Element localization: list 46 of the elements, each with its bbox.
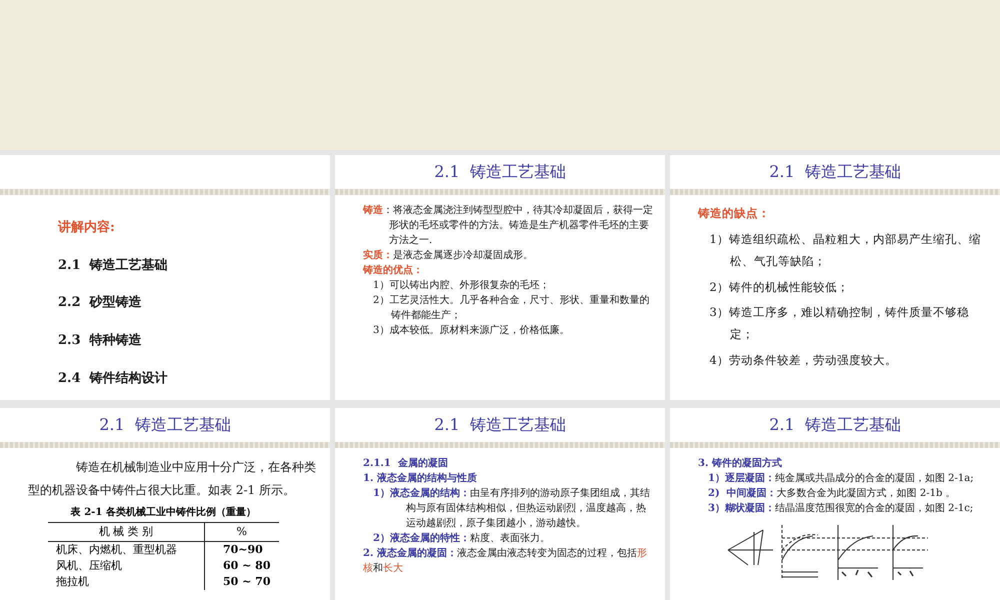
table-cell: 机床、内燃机、重型机器 [48,542,204,558]
list-item: 3）糊状凝固：结晶温度范围很宽的合金的凝固，如图 2-1c; [707,502,974,516]
slide-title: 2.1 铸造工艺基础 [769,162,901,182]
table-cell: 拖拉机 [48,574,204,590]
list-item: 3）成本较低。原材料来源广泛，价格低廉。 [372,324,570,338]
paragraph: 铸造：将液态金属浇注到铸型型腔中，待其冷却凝固后，获得一定形状的毛坯或零件的方法。铸造是生产机器零件毛坯的主要方法之一. [363,204,654,248]
paragraph: 铸造在机械制造业中应用十分广泛，在各种类型的机器设备中铸件占很大比重。如表 2-1 所示。 [28,459,317,499]
outline-item: 2.3 特种铸造 [58,332,143,350]
list-item: 1）可以铸出内腔、外形很复杂的毛坯； [372,278,550,293]
list-item: 2）液态金属的特性：粘度、表面张力。 [372,531,551,546]
slide-title: 2.1 铸造工艺基础 [434,414,566,436]
outline-item: 2.1 铸造工艺基础 [58,256,169,275]
column-header: 机 械 类 别 [48,522,204,542]
paragraph: 2. 液态金属的凝固：液态金属由液态转变为固态的过程，包括形核和长大 [363,546,648,576]
table-cell: 50 ~ 70 [204,574,278,590]
outline-item: 2.4 铸件结构设计 [58,370,169,388]
slide-title: 2.1 铸造工艺基础 [99,414,231,436]
list-item: 2）工艺灵活性大。几乎各种合金，尺寸、形状、重量和数量的铸件都能生产； [372,294,650,323]
slide-title: 2.1 铸造工艺基础 [434,162,566,182]
slide-thumbnail[interactable]: 2.1 铸造工艺基础 2.1.1 金属的凝固 1. 液态金属的结构与性质 1）液态金属的结构：由呈有序排列的游动原子集团组成，其结构与原有固体结构相似，但热运动剧烈，温度越高，热运动越剧烈，原子集团越小，游动越快。 2）液态金属的特性：粘度、表面张力。 2. 液态金属的凝固：液态金属由液态转变为固态的过程，包括形核和长大 [335,408,665,600]
list-item: 1）液态金属的结构：由呈有序排列的游动原子集团组成，其结构与原有固体结构相似，但热运动剧烈，温度越高，热运动越剧烈，原子集团越小，游动越快。 [372,486,651,531]
list-item: 3）铸造工序多，难以精确控制，铸件质量不够稳定； [708,304,970,344]
paragraph: 2.1.1 金属的凝固 [363,456,449,471]
paragraph: 1. 液态金属的结构与性质 [363,471,478,486]
section-heading: 讲解内容: [58,218,116,237]
outline-item: 2.2 砂型铸造 [58,294,143,312]
slide-thumbnail[interactable]: 2.1 铸造工艺基础 3. 铸件的凝固方式 1）逐层凝固：纯金属或共晶成分的合金的凝固，如图 2-1a; 2) 中间凝固：大多数合金为此凝固方式，如图 2-1b 。 3）糊状凝固：结晶温度范围很宽的合金的凝固，如图 2-1c; [670,408,1000,600]
paragraph: 铸造的优点： [363,264,424,278]
slide-thumbnail[interactable]: 2.1 铸造工艺基础 铸造：将液态金属浇注到铸型型腔中，待其冷却凝固后，获得一定形状的毛坯或零件的方法。铸造是生产机器零件毛坯的主要方法之一. 实质：是液态金属逐步冷却凝固成形。 铸造的优点： 1）可以铸出内腔、外形很复杂的毛坯； 2）工艺灵活性大。几乎各种合金，尺寸、形状、重量和数量的铸件都能生产； 3）成本较低。原材料来源广泛，价格低廉。 [335,155,665,400]
slide-title: 2.1 铸造工艺基础 [769,414,901,436]
table-cell: 60 ~ 80 [204,558,278,574]
column-header: % [204,522,278,542]
table-cell: 风机、压缩机 [48,558,204,574]
list-item: 4）劳动条件较差，劳动强度较大。 [708,352,898,370]
list-item: 1）铸造组织疏松、晶粒粗大，内部易产生缩孔、缩松、气孔等缺陷； [708,230,982,270]
paragraph: 实质：是液态金属逐步冷却凝固成形。 [363,248,534,263]
paragraph: 3. 铸件的凝固方式 [698,456,783,471]
list-item: 2）铸件的机械性能较低； [708,278,850,296]
slide-thumbnail[interactable]: 讲解内容: 2.1 铸造工艺基础 2.2 砂型铸造 2.3 特种铸造 2.4 铸件结构设计 [0,155,330,400]
table-caption: 表 2-1 各类机械工业中铸件比例（重量） [70,506,257,520]
list-item: 2) 中间凝固：大多数合金为此凝固方式，如图 2-1b 。 [707,486,957,501]
paragraph: 铸造的缺点： [698,205,771,222]
table-cell: 70~90 [204,542,278,558]
slide-thumbnail[interactable]: 2.1 铸造工艺基础 铸造的缺点： 1）铸造组织疏松、晶粒粗大，内部易产生缩孔、缩松、气孔等缺陷； 2）铸件的机械性能较低； 3）铸造工序多，难以精确控制，铸件质量不够稳定； 4）劳动条件较差，劳动强度较大。 [670,155,1000,400]
slide-thumbnail[interactable]: 2.1 铸造工艺基础 铸造在机械制造业中应用十分广泛，在各种类型的机器设备中铸件占很大比重。如表 2-1 所示。 表 2-1 各类机械工业中铸件比例（重量） 机 械 类 别 % 机床、内燃机、重型机器 70~90 风机、压缩机 60 ~ 80 拖拉机 50 ~ 70 [0,408,330,600]
list-item: 1）逐层凝固：纯金属或共晶成分的合金的凝固，如图 2-1a; [707,472,975,486]
